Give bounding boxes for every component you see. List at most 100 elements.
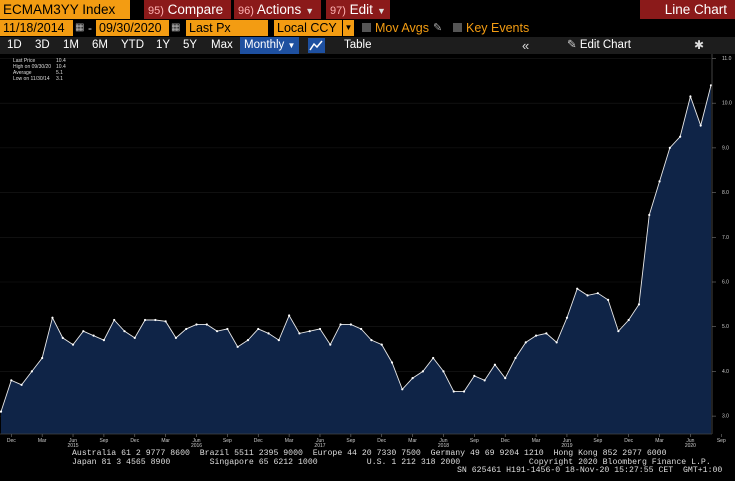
x-tick-label: Dec [624, 438, 633, 444]
data-point [205, 323, 208, 326]
y-tick-label: 10.0 [722, 101, 732, 107]
data-point [473, 374, 476, 377]
data-point [586, 294, 589, 297]
mov-avgs-checkbox[interactable] [362, 23, 371, 32]
y-tick-label: 5.0 [722, 324, 729, 330]
calendar-icon[interactable]: ▦ [75, 21, 86, 34]
ticker-field[interactable]: ECMAM3YY Index [0, 0, 130, 19]
period-1y[interactable]: 1Y [156, 37, 170, 54]
period-1m[interactable]: 1M [63, 37, 79, 54]
data-point [576, 287, 579, 290]
key-events-label[interactable]: Key Events [466, 20, 529, 36]
data-point [102, 339, 105, 342]
frequency-select[interactable]: Monthly ▼ [240, 37, 300, 54]
footer-contacts-line1: Australia 61 2 9777 8600 Brazil 5511 239… [72, 449, 667, 458]
data-point [123, 330, 126, 333]
data-point [298, 332, 301, 335]
period-max[interactable]: Max [211, 37, 233, 54]
footer-session-line: SN 625461 H191-1456-0 18-Nov-20 15:27:55… [457, 466, 723, 475]
x-tick-label: Mar [532, 438, 541, 444]
data-point [380, 343, 383, 346]
currency-select[interactable]: Local CCY [274, 20, 342, 36]
edit-chart-label: Edit Chart [579, 39, 631, 51]
x-tick-label: Sep [99, 438, 108, 444]
compare-button[interactable]: 95) Compare [144, 0, 231, 19]
data-point [411, 377, 414, 380]
key-events-checkbox[interactable] [453, 23, 462, 32]
data-point [61, 336, 64, 339]
x-tick-label: Dec [501, 438, 510, 444]
data-point [195, 323, 198, 326]
data-point [524, 341, 527, 344]
data-point [246, 339, 250, 342]
period-ytd[interactable]: YTD [121, 37, 144, 54]
chevron-down-icon[interactable]: ▼ [342, 20, 354, 36]
data-point [689, 95, 692, 98]
date-separator: - [88, 21, 92, 35]
y-tick-label: 9.0 [722, 145, 729, 151]
calendar-icon[interactable]: ▦ [171, 21, 182, 34]
data-point [607, 298, 610, 301]
data-point [267, 332, 270, 335]
mov-avgs-label[interactable]: Mov Avgs [375, 20, 429, 36]
collapse-icon[interactable]: « [522, 37, 529, 54]
data-point [51, 316, 54, 319]
actions-caret-icon: ▼ [305, 6, 315, 16]
table-button[interactable]: Table [344, 37, 372, 54]
actions-button[interactable]: 96) Actions ▼ [234, 0, 321, 19]
period-3d[interactable]: 3D [35, 37, 50, 54]
end-date-field[interactable]: 09/30/2020 [96, 20, 169, 36]
period-6m[interactable]: 6M [92, 37, 108, 54]
x-tick-label: Mar [285, 438, 294, 444]
data-point [565, 316, 569, 319]
data-point [174, 336, 178, 339]
data-point [545, 332, 548, 335]
data-point [236, 345, 239, 348]
data-point [668, 146, 671, 149]
data-point [627, 318, 630, 322]
data-point [113, 318, 116, 322]
data-point [421, 370, 424, 373]
x-tick-label: Sep [223, 438, 232, 444]
data-point [617, 330, 620, 333]
data-point [71, 343, 75, 346]
data-point [679, 135, 682, 138]
data-point [390, 361, 394, 364]
x-tick-label: Sep [717, 438, 726, 444]
data-point [596, 292, 599, 295]
pencil-icon[interactable]: ✎ [433, 20, 442, 36]
data-point [658, 180, 661, 183]
data-point [185, 327, 188, 331]
data-point [82, 330, 85, 333]
period-5y[interactable]: 5Y [183, 37, 197, 54]
data-point [452, 390, 455, 393]
legend-low-value: 3.1 [56, 76, 63, 82]
line-chart-icon[interactable] [308, 38, 325, 53]
data-point [699, 124, 702, 127]
data-point [370, 339, 373, 342]
chevron-down-icon: ▼ [287, 41, 296, 50]
data-point [534, 334, 538, 337]
x-tick-label: Sep [593, 438, 602, 444]
data-point [401, 388, 404, 391]
compare-shortcut: 95) [148, 5, 164, 17]
x-tick-label: Mar [655, 438, 664, 444]
actions-shortcut: 96) [238, 5, 254, 17]
y-tick-label: 11.0 [722, 56, 732, 62]
edit-caret-icon: ▼ [376, 6, 386, 16]
data-point [277, 339, 280, 342]
data-point [318, 327, 322, 331]
gear-icon[interactable]: ✱ [694, 37, 704, 54]
edit-button[interactable]: 97) Edit ▼ [326, 0, 390, 19]
y-tick-label: 4.0 [722, 369, 729, 375]
edit-chart-button[interactable]: ✎ Edit Chart [567, 37, 631, 54]
x-tick-label: Dec [377, 438, 386, 444]
x-tick-label: Dec [254, 438, 263, 444]
data-point [257, 327, 260, 331]
data-point [442, 370, 445, 373]
price-field-select[interactable]: Last Px [186, 20, 268, 36]
data-point [432, 356, 435, 360]
period-1d[interactable]: 1D [7, 37, 22, 54]
data-point [349, 323, 352, 326]
start-date-field[interactable]: 11/18/2014 [0, 20, 73, 36]
